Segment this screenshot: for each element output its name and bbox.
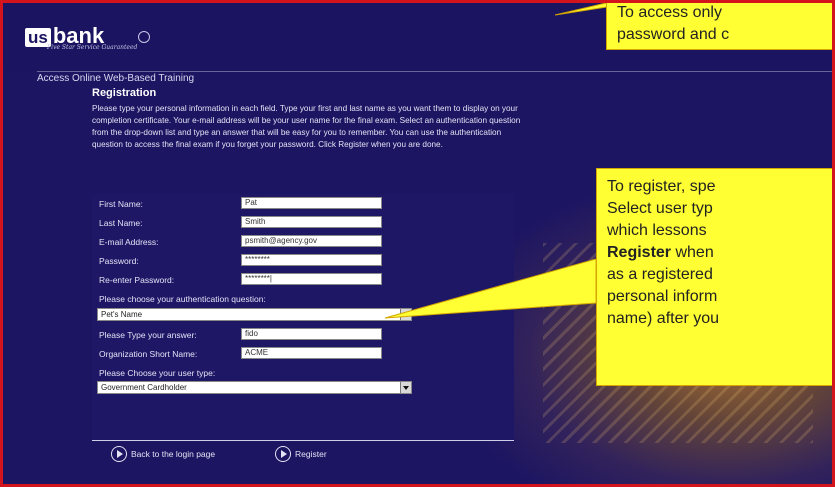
mid-callout-line6: personal inform <box>607 288 718 305</box>
register-keyword: Register <box>607 244 672 261</box>
mid-callout-pointer <box>384 258 597 319</box>
mid-callout-line1: To register, spe <box>607 178 716 195</box>
mid-callout-line4-rest: when <box>671 244 714 261</box>
top-callout-line2: password and c <box>617 26 730 43</box>
mid-callout-line2: Select user typ <box>607 200 713 217</box>
top-callout: To access only password and c <box>606 3 832 50</box>
mid-callout: To register, spe Select user typ which l… <box>596 168 832 386</box>
mid-callout-line5: as a registered <box>607 266 713 283</box>
mid-callout-line4: Register when <box>607 242 830 264</box>
page-frame: us bank Five Star Service Guaranteed Acce… <box>0 0 835 487</box>
mid-callout-line7: name) after you <box>607 310 720 327</box>
top-callout-line1: To access only <box>617 4 722 21</box>
mid-callout-line3: which lessons <box>607 222 707 239</box>
